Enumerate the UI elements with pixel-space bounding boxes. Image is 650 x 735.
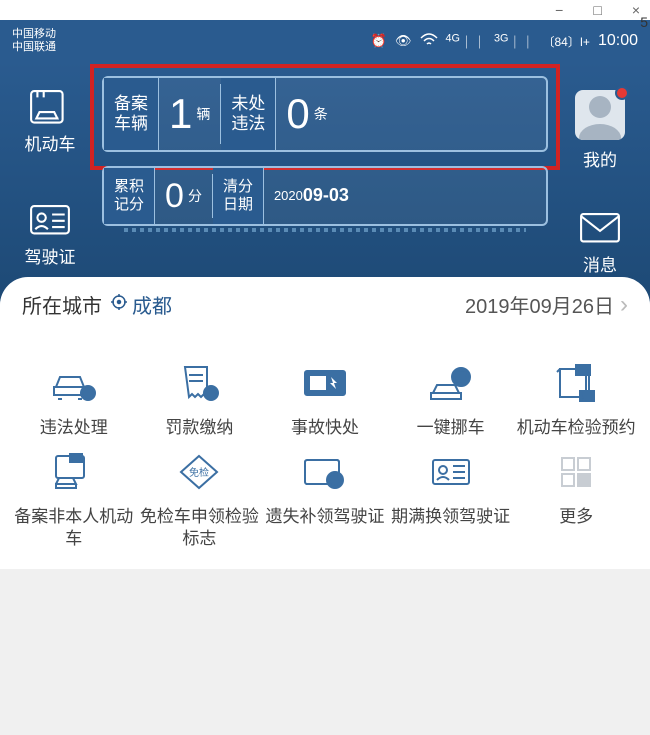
tile-label: 机动车检验预约 xyxy=(517,417,636,438)
register-vehicle-icon: 备 xyxy=(46,448,102,496)
carrier-1: 中国移动 xyxy=(12,28,56,41)
tile-exempt-inspection[interactable]: 免检 免检车申领检验标志 xyxy=(140,448,260,549)
tile-violation-handling[interactable]: 违 违法处理 xyxy=(14,359,134,438)
accumulated-points-value: 0分 xyxy=(155,168,212,224)
carrier-2: 中国联通 xyxy=(12,41,56,54)
clock: 10:00 xyxy=(598,32,638,50)
nav-messages[interactable]: 消息 xyxy=(579,211,621,276)
current-date: 2019年09月26日 xyxy=(465,290,614,319)
more-icon xyxy=(548,448,604,496)
city-value[interactable]: 成都 xyxy=(110,290,172,319)
tile-more[interactable]: 更多 xyxy=(516,448,636,549)
svg-text:备: 备 xyxy=(72,454,79,463)
pending-violations-label: 未处违法 xyxy=(221,78,276,150)
inspection-icon: 检预 xyxy=(548,359,604,407)
svg-text:挪: 挪 xyxy=(456,371,466,384)
signal-3g: 3G｜｜ xyxy=(494,32,534,51)
tile-label: 备案非本人机动车 xyxy=(14,506,134,549)
nav-mine-label: 我的 xyxy=(583,146,617,171)
nav-vehicle[interactable]: 机动车 xyxy=(25,90,76,155)
registered-vehicles-label: 备案车辆 xyxy=(104,78,159,150)
exempt-icon: 免检 xyxy=(171,448,227,496)
tile-register-other-vehicle[interactable]: 备 备案非本人机动车 xyxy=(14,448,134,549)
tile-renew-license[interactable]: 期满换领驾驶证 xyxy=(391,448,511,549)
annotation-5: 5 xyxy=(640,14,648,30)
svg-text:补: 补 xyxy=(330,475,339,486)
city-row[interactable]: 所在城市 成都 2019年09月26日 › xyxy=(0,278,650,329)
accident-icon xyxy=(297,359,353,407)
nav-vehicle-label: 机动车 xyxy=(25,130,76,155)
alarm-icon: ⏰ xyxy=(371,33,387,49)
svg-text:免检: 免检 xyxy=(189,466,209,479)
status-bar: 中国移动 中国联通 ⏰ 👁 4G｜｜ 3G｜｜ 〔84〕ǀ+ 10:00 xyxy=(0,20,650,62)
locate-icon xyxy=(110,293,128,317)
receipt-icon: 缴 xyxy=(171,359,227,407)
tile-label: 事故快处 xyxy=(291,417,359,438)
tile-label: 期满换领驾驶证 xyxy=(391,506,510,527)
window-chrome: − □ × xyxy=(0,0,650,20)
tile-label: 遗失补领驾驶证 xyxy=(265,506,384,527)
tile-reissue-license[interactable]: 补 遗失补领驾驶证 xyxy=(265,448,385,549)
points-card[interactable]: 累积记分 0分 清分日期 2020 09-03 xyxy=(102,166,548,226)
battery-indicator: 〔84〕ǀ+ xyxy=(542,33,590,50)
header: 机动车 驾驶证 备案车辆 1辆 xyxy=(0,62,650,306)
tile-move-car[interactable]: 挪 一键挪车 xyxy=(391,359,511,438)
tile-label: 一键挪车 xyxy=(417,417,485,438)
window-maximize[interactable]: □ xyxy=(593,2,601,18)
nav-license-label: 驾驶证 xyxy=(25,243,76,268)
tile-label: 免检车申领检验标志 xyxy=(140,506,260,549)
envelope-icon xyxy=(579,211,621,245)
chevron-right-icon: › xyxy=(620,291,628,319)
nav-license[interactable]: 驾驶证 xyxy=(25,203,76,268)
svg-text:缴: 缴 xyxy=(207,388,216,399)
tile-inspection-appointment[interactable]: 检预 机动车检验预约 xyxy=(516,359,636,438)
car-violation-icon: 违 xyxy=(46,359,102,407)
vehicles-card[interactable]: 备案车辆 1辆 未处违法 0条 xyxy=(102,76,548,152)
window-minimize[interactable]: − xyxy=(555,2,563,18)
move-car-icon: 挪 xyxy=(423,359,479,407)
window-close[interactable]: × xyxy=(632,2,640,18)
wifi-icon xyxy=(420,33,438,50)
tile-accident-quick[interactable]: 事故快处 xyxy=(265,359,385,438)
svg-text:违: 违 xyxy=(83,389,92,399)
svg-text:预: 预 xyxy=(583,391,591,401)
nav-messages-label: 消息 xyxy=(583,251,617,276)
services-grid: 违 违法处理 缴 罚款缴纳 事故快处 挪 一键挪车 检预 机动车检验 xyxy=(0,329,650,569)
eye-icon: 👁 xyxy=(395,33,412,49)
notification-dot xyxy=(615,86,629,100)
tile-label: 罚款缴纳 xyxy=(165,417,233,438)
track-decoration xyxy=(124,228,526,232)
accumulated-points-label: 累积记分 xyxy=(104,168,155,224)
svg-text:检: 检 xyxy=(579,365,587,375)
reissue-icon: 补 xyxy=(297,448,353,496)
license-icon xyxy=(29,203,71,237)
car-document-icon xyxy=(29,90,71,124)
tile-fine-payment[interactable]: 缴 罚款缴纳 xyxy=(140,359,260,438)
signal-4g: 4G｜｜ xyxy=(446,32,486,51)
tile-label: 更多 xyxy=(559,506,593,527)
tile-label: 违法处理 xyxy=(40,417,108,438)
nav-mine[interactable]: 我的 xyxy=(575,90,625,171)
renew-license-icon xyxy=(423,448,479,496)
reset-date-label: 清分日期 xyxy=(213,168,264,224)
city-label: 所在城市 xyxy=(22,290,102,319)
registered-vehicles-value: 1辆 xyxy=(159,78,220,150)
reset-date-value: 2020 09-03 xyxy=(264,168,359,224)
pending-violations-value: 0条 xyxy=(276,78,337,150)
